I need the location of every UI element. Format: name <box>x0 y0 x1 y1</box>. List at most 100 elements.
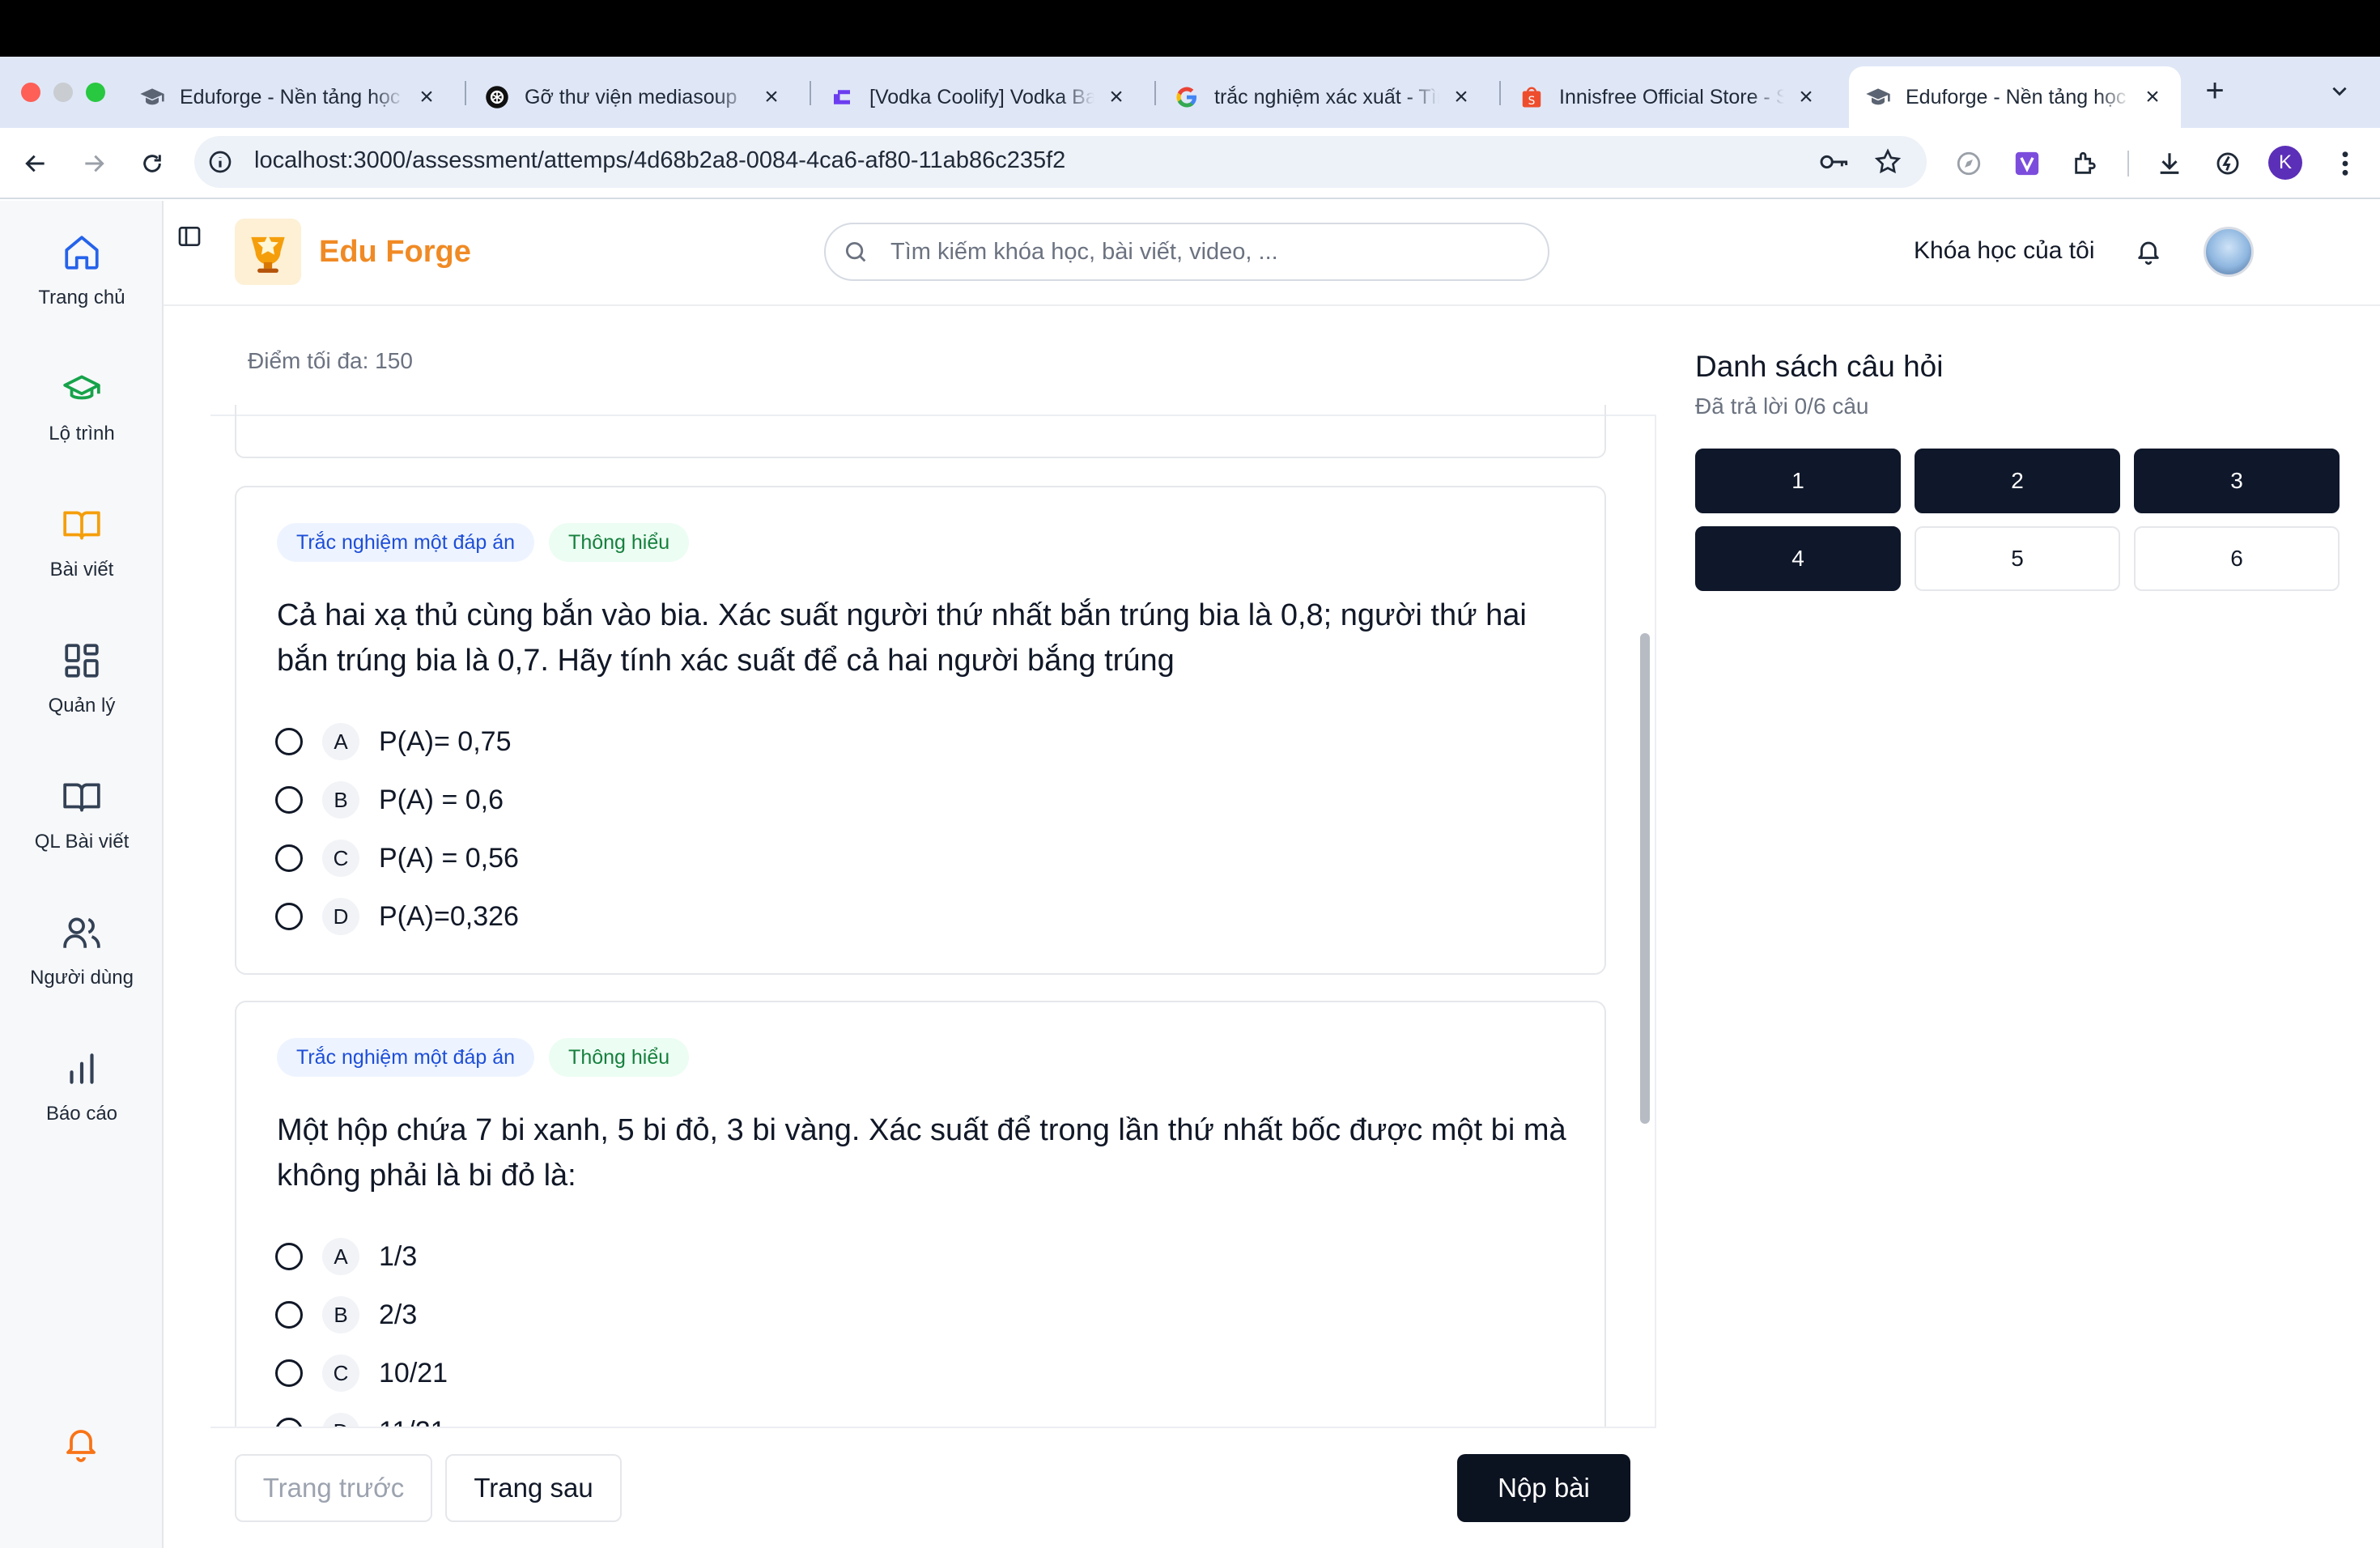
question-nav-button[interactable]: 5 <box>1915 526 2120 591</box>
question-type-badge: Trắc nghiệm một đáp án <box>277 1038 535 1077</box>
previous-page-button[interactable]: Trang trước <box>235 1454 432 1522</box>
performance-extension-icon[interactable] <box>2210 146 2246 181</box>
compass-extension-icon[interactable] <box>1951 146 1987 181</box>
graduation-cap-icon <box>139 84 165 110</box>
sidebar-item-users[interactable]: Người dùng <box>0 910 164 989</box>
submit-button[interactable]: Nộp bài <box>1457 1454 1630 1522</box>
question-nav-button[interactable]: 1 <box>1695 449 1901 513</box>
reload-icon <box>143 155 161 172</box>
question-nav-button[interactable]: 3 <box>2134 449 2340 513</box>
bar-chart-icon <box>59 1046 104 1091</box>
window-close-button[interactable] <box>21 83 40 102</box>
answer-option[interactable]: C P(A) = 0,56 <box>275 837 519 879</box>
scrollbar-thumb[interactable] <box>1640 633 1650 1124</box>
sidebar-item-label: Trang chủ <box>38 287 125 308</box>
sidebar-item-roadmap[interactable]: Lộ trình <box>0 366 164 445</box>
sidebar-item-home[interactable]: Trang chủ <box>0 230 164 309</box>
browser-tab[interactable]: trắc nghiệm xác xuất - Tìm trên Google × <box>1158 66 1490 128</box>
sidebar-item-management[interactable]: Quản lý <box>0 638 164 717</box>
answer-option[interactable]: A P(A)= 0,75 <box>275 721 511 763</box>
option-text: 1/3 <box>379 1240 418 1272</box>
next-page-button[interactable]: Trang sau <box>445 1454 622 1522</box>
option-letter: A <box>322 723 359 760</box>
bookmark-star-icon[interactable] <box>1873 147 1902 176</box>
back-button[interactable] <box>18 146 53 181</box>
sidebar-item-label: Quản lý <box>48 695 116 717</box>
trophy-logo-icon <box>251 235 285 273</box>
download-icon[interactable] <box>2152 146 2187 181</box>
browser-tab[interactable]: [Vodka Coolify] Vodka Backend × <box>813 66 1145 128</box>
tab-close-icon[interactable]: × <box>759 83 784 111</box>
tab-separator <box>465 81 466 105</box>
user-avatar[interactable] <box>2204 227 2254 277</box>
users-icon <box>59 910 104 955</box>
answer-option[interactable]: D P(A)=0,326 <box>275 895 519 938</box>
new-tab-button[interactable]: + <box>2199 74 2231 107</box>
radio-button[interactable] <box>275 786 303 814</box>
search-icon <box>842 238 869 266</box>
browser-tab[interactable]: S Innisfree Official Store - Shopee × <box>1502 66 1834 128</box>
tab-close-icon[interactable]: × <box>1794 83 1818 111</box>
google-icon <box>1174 84 1200 110</box>
toolbar-divider <box>2127 151 2129 176</box>
sidebar-item-reports[interactable]: Báo cáo <box>0 1046 164 1125</box>
option-letter: B <box>322 1296 359 1333</box>
browser-tab-active[interactable]: Eduforge - Nền tảng học trực tuyến × <box>1849 66 2181 128</box>
question-nav-button[interactable]: 4 <box>1695 526 1901 591</box>
site-info-icon[interactable] <box>207 149 233 175</box>
window-zoom-button[interactable] <box>86 83 105 102</box>
sidebar-item-articles[interactable]: Bài viết <box>0 502 164 581</box>
radio-button[interactable] <box>275 728 303 755</box>
header-notification-button[interactable] <box>2132 235 2165 267</box>
tab-title: [Vodka Coolify] Vodka Backend <box>869 85 1094 108</box>
sidebar-item-label: Lộ trình <box>49 423 115 444</box>
reload-button[interactable] <box>134 146 170 181</box>
bell-icon <box>66 1430 96 1462</box>
tab-title: Eduforge - Nền tảng học trực tuyến <box>180 85 405 108</box>
radio-button[interactable] <box>275 844 303 872</box>
tab-close-icon[interactable]: × <box>1104 83 1128 111</box>
browser-menu-button[interactable] <box>2331 146 2359 181</box>
radio-button[interactable] <box>275 1243 303 1270</box>
answer-option[interactable]: C 10/21 <box>275 1352 448 1394</box>
coolify-icon <box>829 84 855 110</box>
option-letter: D <box>322 898 359 935</box>
my-courses-link[interactable]: Khóa học của tôi <box>1914 237 2095 265</box>
tab-separator <box>810 81 811 105</box>
brand-logo[interactable] <box>235 219 301 285</box>
more-vertical-icon <box>2342 151 2348 176</box>
answer-option[interactable]: A 1/3 <box>275 1235 417 1278</box>
vue-devtools-extension-icon[interactable] <box>2009 146 2045 181</box>
profile-avatar[interactable]: K <box>2268 146 2302 180</box>
home-icon <box>59 230 104 275</box>
question-nav-button[interactable]: 2 <box>1915 449 2120 513</box>
tab-title: trắc nghiệm xác xuất - Tìm trên Google <box>1214 85 1439 108</box>
forward-button[interactable] <box>76 146 112 181</box>
radio-button[interactable] <box>275 903 303 930</box>
question-nav-button[interactable]: 6 <box>2134 526 2340 591</box>
tab-close-icon[interactable]: × <box>1449 83 1473 111</box>
browser-tab[interactable]: Eduforge - Nền tảng học trực tuyến × <box>123 66 455 128</box>
tab-close-icon[interactable]: × <box>2140 83 2165 111</box>
sidebar-notification-button[interactable] <box>58 1420 104 1465</box>
browser-tab[interactable]: Gỡ thư viện mediasoup × <box>468 66 800 128</box>
radio-button[interactable] <box>275 1359 303 1387</box>
shopee-icon: S <box>1519 84 1545 110</box>
sidebar-toggle-button[interactable] <box>175 222 204 251</box>
answer-option[interactable]: B 2/3 <box>275 1294 417 1336</box>
tab-close-icon[interactable]: × <box>414 83 439 111</box>
window-minimize-button[interactable] <box>53 83 73 102</box>
url-text[interactable]: localhost:3000/assessment/attemps/4d68b2… <box>254 147 1065 174</box>
radio-button[interactable] <box>275 1301 303 1329</box>
sidebar-item-article-management[interactable]: QL Bài viết <box>0 774 164 853</box>
answer-option[interactable]: B P(A) = 0,6 <box>275 779 504 821</box>
bell-icon <box>2138 241 2159 265</box>
extensions-puzzle-icon[interactable] <box>2068 146 2103 181</box>
question-text: Cả hai xạ thủ cùng bắn vào bia. Xác suất… <box>277 598 1527 678</box>
password-key-icon[interactable] <box>1818 149 1851 175</box>
arrow-right-icon <box>85 155 104 172</box>
answered-progress-text: Đã trả lời 0/6 câu <box>1695 393 1869 419</box>
tab-list-button[interactable] <box>2323 74 2356 107</box>
brand-name[interactable]: Edu Forge <box>319 235 471 270</box>
option-letter: B <box>322 781 359 819</box>
